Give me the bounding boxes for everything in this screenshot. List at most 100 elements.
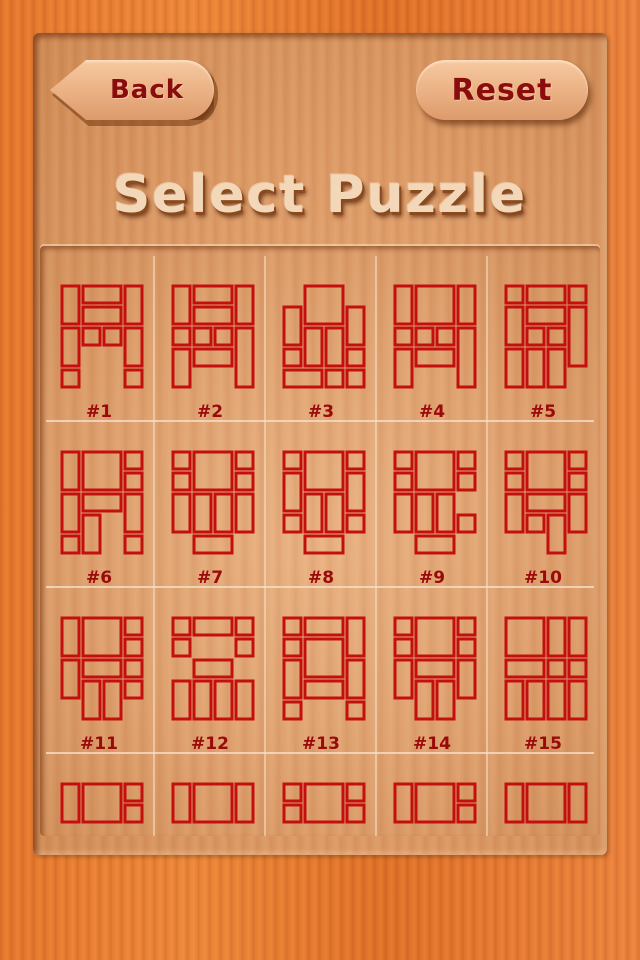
puzzle-block: [234, 679, 255, 721]
puzzle-block: [192, 616, 234, 637]
puzzle-block: [345, 616, 366, 658]
puzzle-block: [504, 782, 525, 824]
puzzle-block: [192, 782, 234, 824]
puzzle-tile[interactable]: #15: [488, 588, 598, 754]
puzzle-block: [393, 347, 414, 389]
puzzle-block: [303, 637, 345, 679]
puzzle-tile[interactable]: #1: [44, 256, 154, 422]
puzzle-tile[interactable]: #7: [155, 422, 265, 588]
puzzle-block: [81, 513, 102, 555]
puzzle-tile[interactable]: #5: [488, 256, 598, 422]
puzzle-block: [123, 658, 144, 679]
puzzle-number-label: #10: [524, 568, 562, 588]
puzzle-layout-icon: [504, 782, 588, 824]
puzzle-tile[interactable]: [377, 754, 487, 836]
puzzle-block: [567, 492, 588, 534]
puzzle-block: [504, 305, 525, 347]
puzzle-tile[interactable]: #12: [155, 588, 265, 754]
puzzle-block: [324, 326, 345, 368]
puzzle-block: [456, 637, 477, 658]
puzzle-number-label: #13: [302, 734, 340, 754]
puzzle-block: [546, 326, 567, 347]
puzzle-tile[interactable]: [488, 754, 598, 836]
puzzle-block: [123, 637, 144, 658]
puzzle-block: [123, 616, 144, 637]
puzzle-block: [345, 803, 366, 824]
puzzle-block: [192, 679, 213, 721]
puzzle-tile[interactable]: [44, 754, 154, 836]
puzzle-block: [171, 326, 192, 347]
puzzle-tile[interactable]: #10: [488, 422, 598, 588]
puzzle-block: [123, 782, 144, 803]
puzzle-block: [324, 492, 345, 534]
puzzle-layout-icon: [393, 782, 477, 824]
puzzle-block: [345, 658, 366, 700]
puzzle-block: [102, 326, 123, 347]
puzzle-block: [171, 782, 192, 824]
puzzle-block: [525, 450, 567, 492]
puzzle-block: [171, 284, 192, 326]
puzzle-layout-icon: [171, 616, 255, 721]
puzzle-block: [213, 326, 234, 347]
puzzle-block: [567, 305, 588, 368]
puzzle-layout-icon: [393, 616, 477, 721]
puzzle-block: [525, 284, 567, 305]
puzzle-block: [567, 658, 588, 679]
puzzle-block: [60, 782, 81, 824]
puzzle-number-label: #4: [418, 402, 446, 422]
puzzle-tile[interactable]: #2: [155, 256, 265, 422]
puzzle-block: [213, 679, 234, 721]
puzzle-block: [282, 471, 303, 513]
puzzle-block: [393, 616, 414, 637]
puzzle-block: [393, 284, 414, 326]
puzzle-block: [345, 471, 366, 513]
puzzle-block: [504, 347, 525, 389]
puzzle-block: [282, 305, 303, 347]
puzzle-block: [345, 347, 366, 368]
puzzle-block: [81, 326, 102, 347]
puzzle-tile[interactable]: #4: [377, 256, 487, 422]
puzzle-tile[interactable]: [155, 754, 265, 836]
puzzle-block: [192, 492, 213, 534]
puzzle-tile[interactable]: #13: [266, 588, 376, 754]
puzzle-block: [123, 450, 144, 471]
puzzle-block: [567, 782, 588, 824]
puzzle-block: [546, 616, 567, 658]
puzzle-tile[interactable]: #8: [266, 422, 376, 588]
puzzle-tile[interactable]: #14: [377, 588, 487, 754]
puzzle-block: [60, 326, 81, 368]
puzzle-tile[interactable]: #11: [44, 588, 154, 754]
puzzle-block: [456, 326, 477, 389]
puzzle-block: [123, 803, 144, 824]
puzzle-block: [60, 534, 81, 555]
puzzle-block: [60, 492, 81, 534]
puzzle-block: [171, 616, 192, 637]
puzzle-block: [525, 679, 546, 721]
puzzle-block: [324, 368, 345, 389]
puzzle-block: [567, 679, 588, 721]
puzzle-tile[interactable]: [266, 754, 376, 836]
puzzle-block: [525, 513, 546, 534]
puzzle-block: [303, 450, 345, 492]
puzzle-tile[interactable]: #6: [44, 422, 154, 588]
puzzle-block: [282, 782, 303, 803]
puzzle-layout-icon: [171, 450, 255, 555]
puzzle-block: [192, 450, 234, 492]
puzzle-number-label: #7: [196, 568, 224, 588]
puzzle-block: [303, 782, 345, 824]
puzzle-layout-icon: [282, 284, 366, 389]
puzzle-tile[interactable]: #9: [377, 422, 487, 588]
puzzle-block: [456, 616, 477, 637]
puzzle-block: [192, 658, 234, 679]
puzzle-tile[interactable]: #3: [266, 256, 376, 422]
puzzle-block: [414, 326, 435, 347]
puzzle-layout-icon: [504, 450, 588, 555]
puzzle-block: [234, 450, 255, 471]
puzzle-block: [81, 305, 123, 326]
puzzle-block: [282, 637, 303, 658]
puzzle-block: [345, 782, 366, 803]
puzzle-block: [123, 326, 144, 368]
puzzle-layout-icon: [504, 616, 588, 721]
reset-button[interactable]: Reset: [416, 60, 588, 120]
puzzle-block: [60, 284, 81, 326]
